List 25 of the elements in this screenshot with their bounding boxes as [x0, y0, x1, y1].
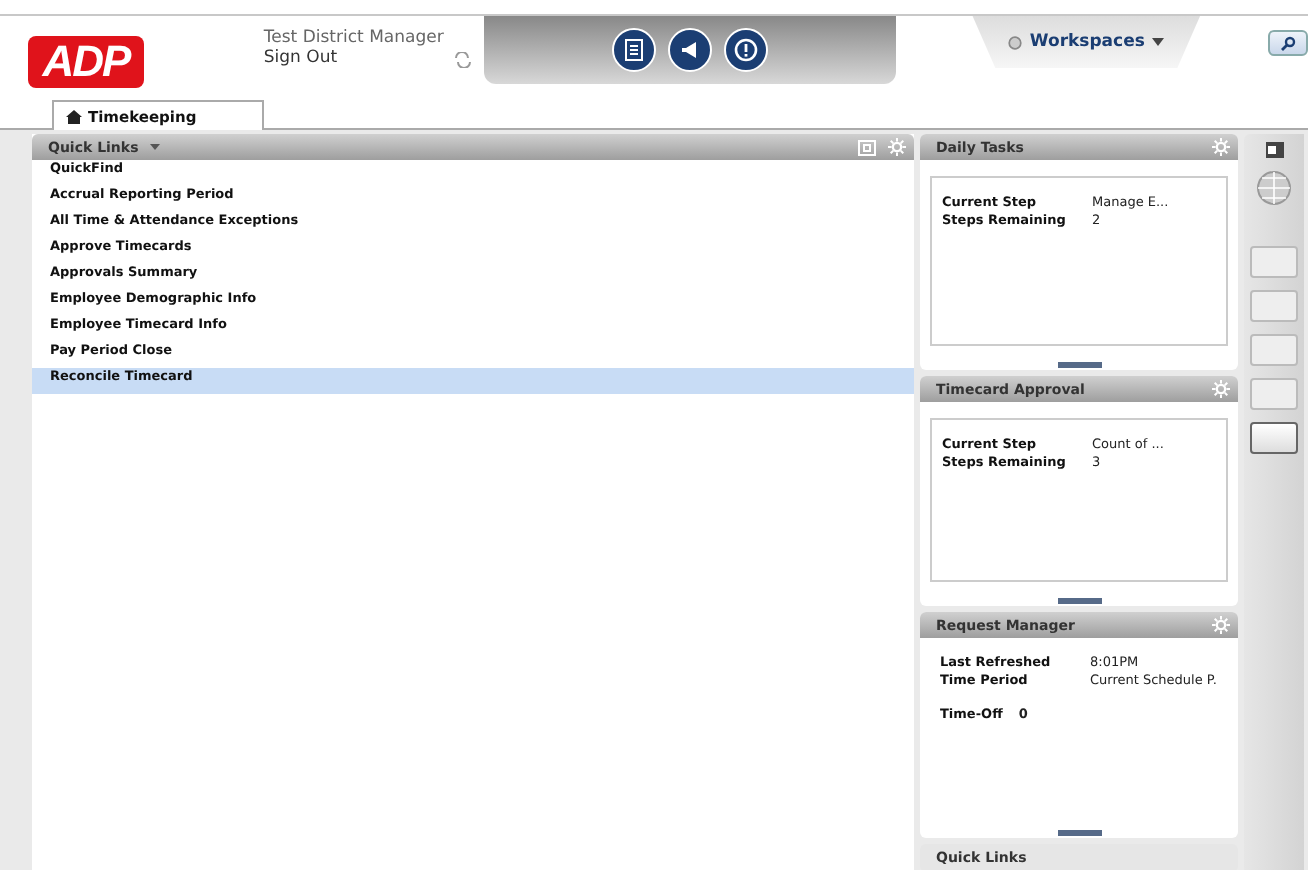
settings-icon[interactable] [1212, 380, 1230, 398]
resize-handle[interactable] [1057, 598, 1101, 604]
maximize-icon[interactable] [858, 139, 876, 155]
globe-icon[interactable] [1256, 170, 1292, 206]
caret-icon [1152, 38, 1165, 46]
home-icon [66, 109, 82, 123]
logo: ADP [28, 36, 144, 88]
rail-button[interactable] [1250, 422, 1298, 454]
search-icon [1280, 35, 1297, 51]
collapse-icon[interactable] [1265, 142, 1283, 158]
refresh-icon[interactable] [453, 52, 472, 68]
document-icon[interactable] [611, 28, 656, 72]
alert-icon[interactable] [723, 28, 768, 72]
settings-icon[interactable] [888, 138, 906, 156]
resize-handle[interactable] [1057, 362, 1101, 368]
sign-out-link[interactable]: Sign Out [263, 48, 454, 68]
resize-handle[interactable] [1057, 830, 1101, 836]
user-name: Test District Manager [263, 28, 446, 48]
settings-icon[interactable] [1212, 616, 1230, 634]
circle-icon [1007, 35, 1022, 49]
megaphone-icon[interactable] [667, 28, 712, 72]
caret-icon[interactable] [150, 144, 161, 150]
workspaces-menu[interactable]: Workspaces [972, 16, 1201, 68]
settings-icon[interactable] [1212, 138, 1230, 156]
search-button[interactable] [1268, 30, 1308, 56]
